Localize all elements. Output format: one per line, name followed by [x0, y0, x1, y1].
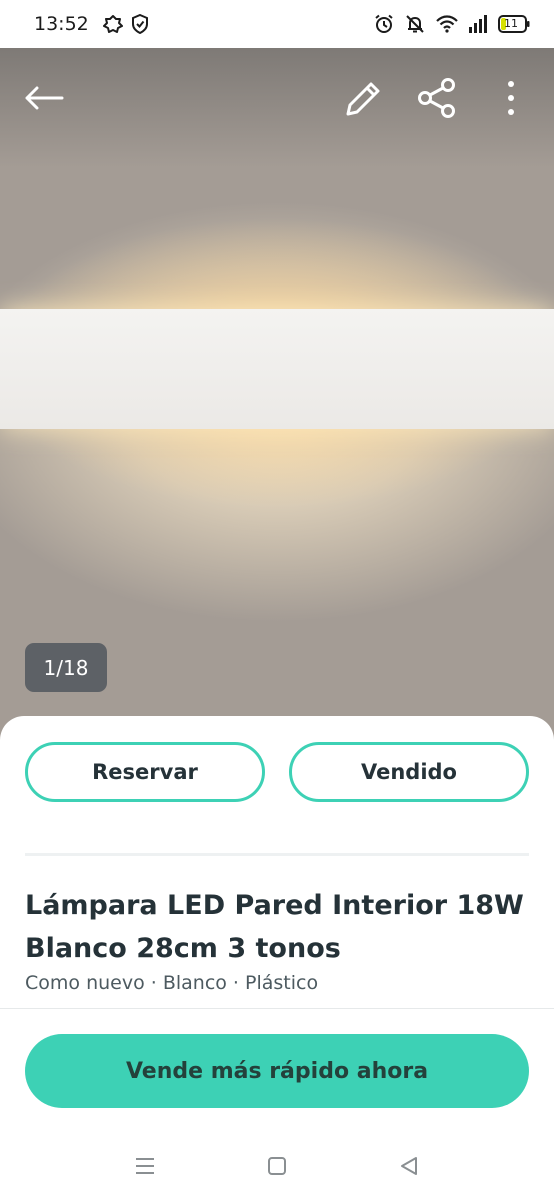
- status-bar: 13:52 11: [0, 0, 554, 48]
- pencil-icon: [346, 82, 380, 116]
- more-vertical-icon: [508, 81, 514, 115]
- back-button[interactable]: [22, 78, 66, 118]
- battery-level: 11: [504, 17, 518, 30]
- edit-button[interactable]: [340, 76, 386, 120]
- sold-button[interactable]: Vendido: [289, 742, 529, 802]
- cloud-icon: [102, 14, 123, 34]
- home-square-icon: [268, 1157, 286, 1175]
- bell-off-icon: [404, 14, 426, 34]
- wifi-icon: [436, 15, 458, 33]
- photo-counter: 1/18: [25, 643, 107, 692]
- battery-icon: 11: [498, 15, 530, 33]
- status-right-icons: 11: [374, 14, 530, 34]
- signal-icon: [468, 15, 488, 33]
- share-icon: [418, 78, 455, 118]
- arrow-left-icon: [25, 86, 64, 110]
- product-attributes: Como nuevo · Blanco · Plástico: [25, 972, 319, 994]
- system-nav-bar: [0, 1140, 554, 1200]
- alarm-icon: [374, 14, 394, 34]
- reserve-button[interactable]: Reservar: [25, 742, 265, 802]
- shield-check-icon: [131, 14, 149, 34]
- photo-toolbar: [0, 48, 554, 148]
- nav-recents-button[interactable]: [133, 1154, 157, 1178]
- divider: [0, 1008, 554, 1009]
- more-options-button[interactable]: [494, 76, 528, 120]
- product-sheet: Reservar Vendido Lámpara LED Pared Inter…: [0, 716, 554, 1200]
- back-triangle-icon: [401, 1157, 417, 1175]
- sell-faster-button[interactable]: Vende más rápido ahora: [25, 1034, 529, 1108]
- divider: [25, 853, 529, 856]
- nav-back-button[interactable]: [397, 1154, 421, 1178]
- product-title: Lámpara LED Pared Interior 18W Blanco 28…: [25, 890, 524, 964]
- share-button[interactable]: [414, 76, 460, 120]
- nav-home-button[interactable]: [265, 1154, 289, 1178]
- status-time: 13:52: [34, 13, 89, 35]
- menu-icon: [136, 1158, 154, 1174]
- photo-lamp-body: [0, 309, 554, 429]
- status-left-icons: [102, 14, 149, 34]
